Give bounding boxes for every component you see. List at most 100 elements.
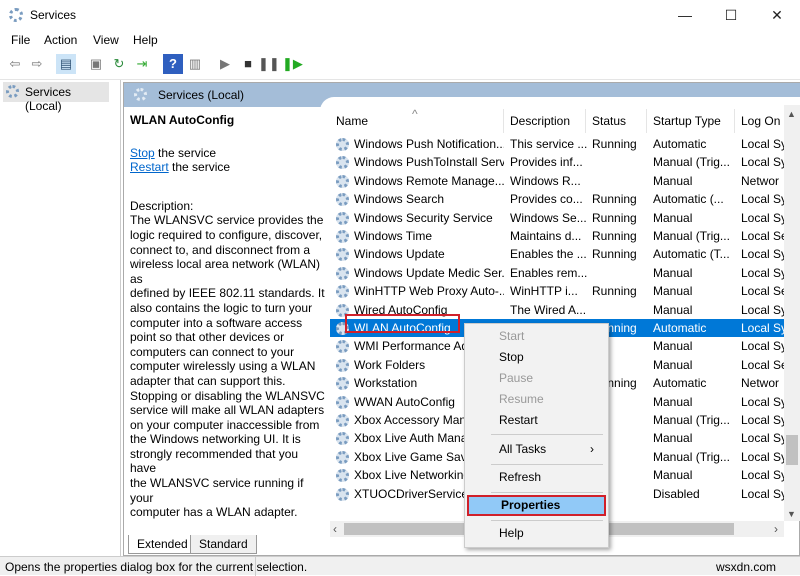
service-row[interactable]: Windows UpdateEnables the ...RunningAuto… bbox=[330, 245, 784, 263]
service-description: Provides inf... bbox=[510, 153, 588, 171]
scroll-up-icon[interactable]: ▲ bbox=[787, 109, 796, 119]
service-gear-icon bbox=[336, 414, 349, 427]
context-menu-item-help[interactable]: Help bbox=[467, 523, 606, 544]
vertical-scrollbar[interactable]: ▲ ▼ bbox=[784, 105, 800, 521]
restart-service-link[interactable]: Restart bbox=[130, 160, 169, 174]
context-menu-item-properties[interactable]: Properties bbox=[467, 495, 606, 516]
minimize-button[interactable]: — bbox=[662, 0, 708, 30]
service-gear-icon bbox=[336, 175, 349, 188]
service-gear-icon bbox=[336, 248, 349, 261]
service-startup-type: Automatic bbox=[653, 135, 739, 153]
pause-icon[interactable]: ❚❚ bbox=[258, 54, 278, 74]
scroll-left-icon[interactable]: ‹ bbox=[333, 522, 337, 536]
column-header-name[interactable]: Name^ bbox=[330, 109, 504, 133]
action-pane-icon[interactable]: ▥ bbox=[185, 54, 205, 74]
view-tabs: Extended Standard bbox=[124, 535, 800, 555]
menu-file[interactable]: File bbox=[11, 33, 30, 47]
menu-action[interactable]: Action bbox=[44, 33, 77, 47]
service-row[interactable]: Windows PushToInstall Serv...Provides in… bbox=[330, 153, 784, 171]
vertical-scroll-thumb[interactable] bbox=[786, 435, 798, 465]
menu-view[interactable]: View bbox=[93, 33, 119, 47]
context-menu-item-restart[interactable]: Restart bbox=[467, 410, 606, 431]
properties-icon[interactable]: ▣ bbox=[86, 54, 106, 74]
service-startup-type: Manual (Trig... bbox=[653, 227, 739, 245]
context-menu-item-pause[interactable]: Pause bbox=[467, 368, 606, 389]
service-name: Windows Security Service bbox=[354, 209, 504, 227]
service-log-on: Local Se bbox=[741, 227, 784, 245]
service-startup-type: Manual bbox=[653, 393, 739, 411]
show-hide-console-tree-icon[interactable]: ▤ bbox=[56, 54, 76, 74]
pane-header-title: Services (Local) bbox=[158, 88, 244, 102]
service-log-on: Local Sy bbox=[741, 301, 784, 319]
watermark: wsxdn.com bbox=[716, 560, 776, 574]
service-row[interactable]: WinHTTP Web Proxy Auto-...WinHTTP i...Ru… bbox=[330, 282, 784, 300]
description-line: The WLANSVC service provides the bbox=[130, 213, 326, 228]
context-menu-item-stop[interactable]: Stop bbox=[467, 347, 606, 368]
maximize-button[interactable]: ☐ bbox=[708, 0, 754, 30]
tree-item-services-local[interactable]: Services (Local) bbox=[3, 82, 109, 102]
column-header-status[interactable]: Status bbox=[586, 109, 647, 133]
stop-service-link[interactable]: Stop bbox=[130, 146, 155, 160]
description-label: Description: bbox=[130, 199, 326, 214]
service-log-on: Local Sy bbox=[741, 485, 784, 503]
service-row[interactable]: Windows Remote Manage...Windows R...Manu… bbox=[330, 172, 784, 190]
back-icon[interactable]: ⇦ bbox=[5, 54, 25, 74]
context-menu-item-all-tasks[interactable]: All Tasks› bbox=[467, 439, 606, 460]
stop-icon[interactable]: ■ bbox=[238, 54, 258, 74]
service-log-on: Local Sy bbox=[741, 264, 784, 282]
description-line: computer has a WLAN adapter. bbox=[130, 505, 326, 520]
service-startup-type: Manual bbox=[653, 172, 739, 190]
service-name: Windows Remote Manage... bbox=[354, 172, 504, 190]
close-button[interactable]: ✕ bbox=[754, 0, 800, 30]
service-row[interactable]: Windows Update Medic Ser...Enables rem..… bbox=[330, 264, 784, 282]
description-line: computer wirelessly using a WLAN bbox=[130, 359, 326, 374]
refresh-icon[interactable]: ↻ bbox=[109, 54, 129, 74]
description-line: also contains the logic to turn your bbox=[130, 301, 326, 316]
tab-standard[interactable]: Standard bbox=[190, 535, 257, 554]
service-row[interactable]: Windows Security ServiceWindows Se...Run… bbox=[330, 209, 784, 227]
service-startup-type: Manual bbox=[653, 466, 739, 484]
menu-help[interactable]: Help bbox=[133, 33, 158, 47]
restart-icon[interactable]: ❚▶ bbox=[282, 54, 302, 74]
description-line: the Windows networking UI. It is bbox=[130, 432, 326, 447]
service-gear-icon bbox=[336, 469, 349, 482]
scroll-right-icon[interactable]: › bbox=[774, 522, 778, 536]
gear-icon bbox=[134, 88, 147, 101]
description-line: adapter that can support this. bbox=[130, 374, 326, 389]
window-title: Services bbox=[30, 8, 76, 22]
context-menu-item-refresh[interactable]: Refresh bbox=[467, 467, 606, 488]
service-row[interactable]: Windows SearchProvides co...RunningAutom… bbox=[330, 190, 784, 208]
service-gear-icon bbox=[336, 432, 349, 445]
service-startup-type: Automatic bbox=[653, 374, 739, 392]
service-row[interactable]: Windows TimeMaintains d...RunningManual … bbox=[330, 227, 784, 245]
forward-icon[interactable]: ⇨ bbox=[27, 54, 47, 74]
scroll-down-icon[interactable]: ▼ bbox=[787, 509, 796, 519]
service-gear-icon bbox=[336, 212, 349, 225]
services-app-icon bbox=[9, 8, 23, 22]
service-log-on: Local Sy bbox=[741, 411, 784, 429]
export-icon[interactable]: ⇥ bbox=[132, 54, 152, 74]
description-line: the WLANSVC service running if your bbox=[130, 476, 326, 505]
help-icon[interactable]: ? bbox=[163, 54, 183, 74]
service-status: Running bbox=[592, 209, 650, 227]
context-menu-item-resume[interactable]: Resume bbox=[467, 389, 606, 410]
start-icon[interactable]: ▶ bbox=[215, 54, 235, 74]
column-header-startup-type[interactable]: Startup Type bbox=[647, 109, 735, 133]
service-startup-type: Automatic (... bbox=[653, 190, 739, 208]
service-gear-icon bbox=[336, 267, 349, 280]
service-log-on: Local Sy bbox=[741, 209, 784, 227]
status-text: Opens the properties dialog box for the … bbox=[5, 560, 307, 574]
extended-description-panel: WLAN AutoConfig Stop the service Restart… bbox=[130, 113, 326, 520]
column-header-log-on[interactable]: Log On bbox=[735, 109, 784, 133]
service-description: Enables rem... bbox=[510, 264, 588, 282]
description-line: point so that other devices or bbox=[130, 330, 326, 345]
column-name-label: Name bbox=[336, 114, 368, 128]
menu-bar: File Action View Help bbox=[0, 30, 800, 50]
menu-item-label: Resume bbox=[499, 392, 544, 406]
service-row[interactable]: Windows Push Notification...This service… bbox=[330, 135, 784, 153]
context-menu-item-start[interactable]: Start bbox=[467, 326, 606, 347]
tab-extended[interactable]: Extended bbox=[128, 535, 197, 554]
column-header-description[interactable]: Description bbox=[504, 109, 586, 133]
service-startup-type: Manual bbox=[653, 209, 739, 227]
description-line: wireless local area network (WLAN) as bbox=[130, 257, 326, 286]
